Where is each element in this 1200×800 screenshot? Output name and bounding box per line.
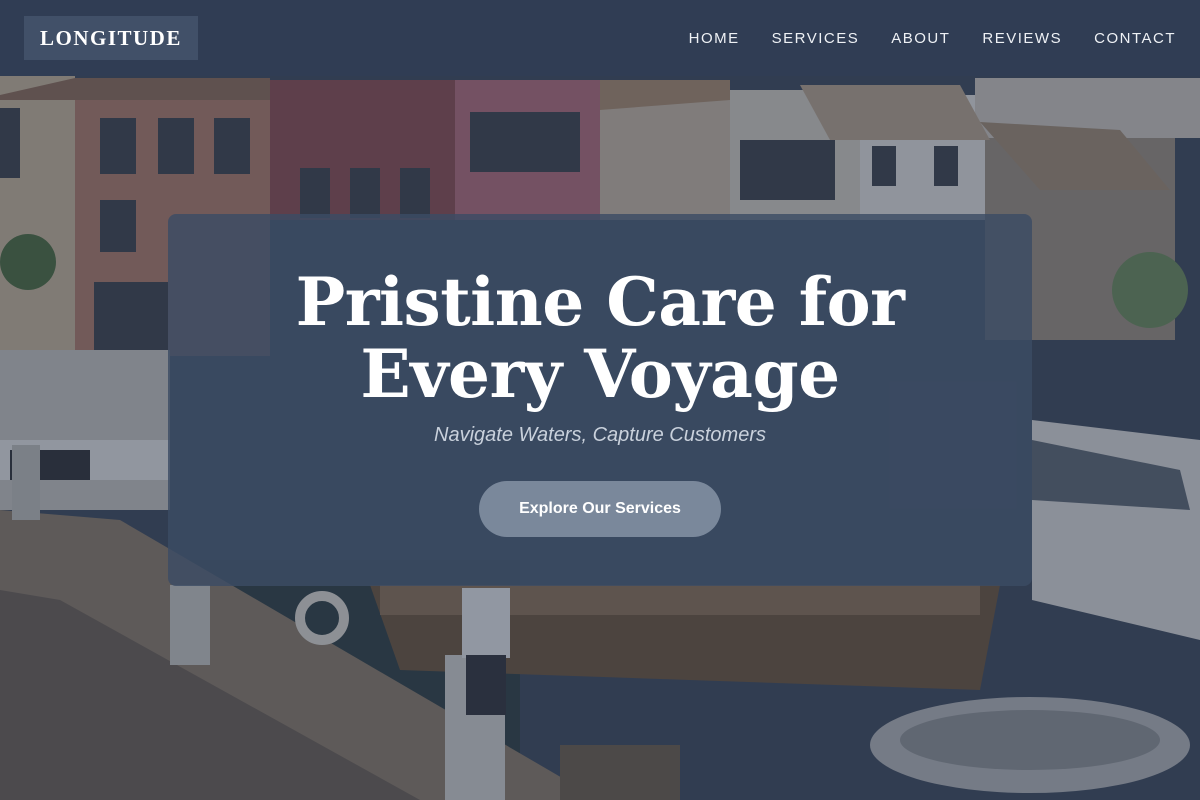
brand-logo[interactable]: LONGITUDE bbox=[24, 16, 198, 60]
nav-link-about[interactable]: ABOUT bbox=[891, 30, 950, 47]
explore-services-button-label: Explore Our Services bbox=[519, 500, 681, 517]
hero-card: Pristine Care for Every Voyage Navigate … bbox=[168, 214, 1032, 586]
brand-logo-text: LONGITUDE bbox=[40, 25, 182, 50]
hero-title: Pristine Care for Every Voyage bbox=[295, 263, 905, 413]
nav-link-reviews[interactable]: REVIEWS bbox=[982, 30, 1062, 47]
nav-link-contact[interactable]: CONTACT bbox=[1094, 30, 1176, 47]
site-header: LONGITUDE HOME SERVICES ABOUT REVIEWS CO… bbox=[0, 0, 1200, 76]
nav-link-services[interactable]: SERVICES bbox=[772, 30, 860, 47]
explore-services-button[interactable]: Explore Our Services bbox=[479, 481, 721, 537]
main-nav: HOME SERVICES ABOUT REVIEWS CONTACT bbox=[657, 30, 1176, 47]
nav-link-home[interactable]: HOME bbox=[689, 30, 740, 47]
hero-subtitle: Navigate Waters, Capture Customers bbox=[434, 424, 766, 446]
